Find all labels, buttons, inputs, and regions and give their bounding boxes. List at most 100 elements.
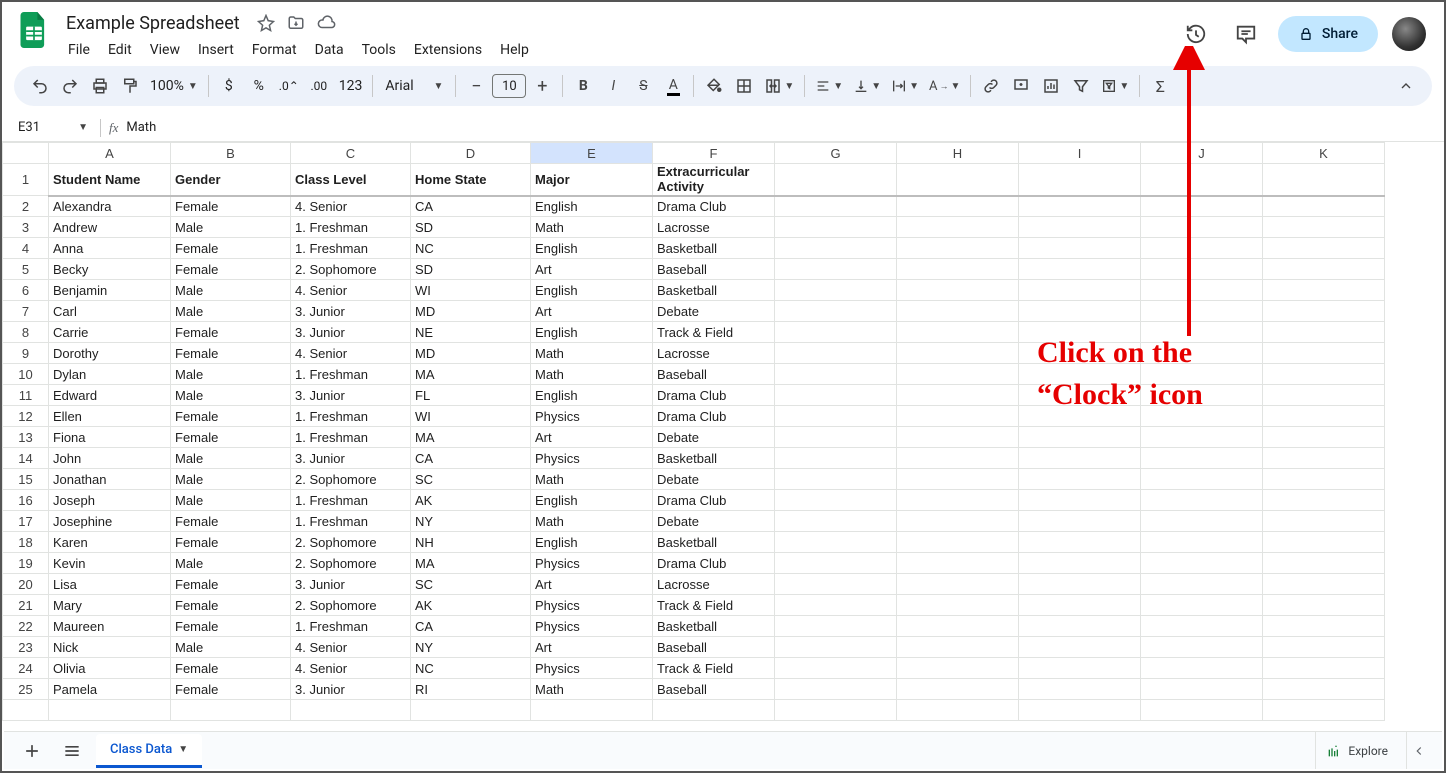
cell[interactable]: Track & Field xyxy=(653,595,775,616)
insert-comment-button[interactable] xyxy=(1007,72,1035,100)
cell[interactable]: Drama Club xyxy=(653,196,775,217)
cell[interactable] xyxy=(1019,658,1141,679)
text-wrap-button[interactable]: ▼ xyxy=(887,72,923,100)
menu-extensions[interactable]: Extensions xyxy=(406,38,490,62)
row-header-7[interactable]: 7 xyxy=(3,301,49,322)
share-button[interactable]: Share xyxy=(1278,16,1378,52)
cell[interactable]: Art xyxy=(531,301,653,322)
cell[interactable] xyxy=(897,364,1019,385)
add-sheet-button[interactable] xyxy=(16,735,48,767)
cell[interactable]: 1. Freshman xyxy=(291,490,411,511)
move-folder-icon[interactable] xyxy=(286,14,306,32)
row-header-2[interactable]: 2 xyxy=(3,196,49,217)
cell[interactable] xyxy=(897,511,1019,532)
print-button[interactable] xyxy=(86,72,114,100)
cell[interactable]: MA xyxy=(411,553,531,574)
cell[interactable] xyxy=(897,658,1019,679)
row-header-13[interactable]: 13 xyxy=(3,427,49,448)
cell[interactable]: Olivia xyxy=(49,658,171,679)
vertical-align-button[interactable]: ▼ xyxy=(849,72,885,100)
row-header-1[interactable]: 1 xyxy=(3,164,49,196)
cell[interactable] xyxy=(775,658,897,679)
cell[interactable] xyxy=(775,343,897,364)
cell[interactable]: Art xyxy=(531,637,653,658)
cell[interactable]: Jonathan xyxy=(49,469,171,490)
cell[interactable] xyxy=(1141,364,1263,385)
functions-button[interactable]: Σ xyxy=(1146,72,1174,100)
header-cell[interactable]: Gender xyxy=(171,164,291,196)
cell[interactable] xyxy=(775,406,897,427)
cell[interactable] xyxy=(1263,406,1385,427)
cell[interactable]: Anna xyxy=(49,238,171,259)
cell[interactable] xyxy=(1019,196,1141,217)
cell[interactable] xyxy=(1019,595,1141,616)
formula-bar[interactable]: Math xyxy=(126,120,156,135)
cell[interactable]: AK xyxy=(411,595,531,616)
redo-button[interactable] xyxy=(56,72,84,100)
cell[interactable] xyxy=(1141,511,1263,532)
cell[interactable] xyxy=(897,238,1019,259)
bold-button[interactable]: B xyxy=(569,72,597,100)
cell[interactable]: English xyxy=(531,490,653,511)
cell[interactable]: RI xyxy=(411,679,531,700)
font-size-input[interactable]: 10 xyxy=(492,74,526,98)
cell[interactable] xyxy=(1141,259,1263,280)
collapse-toolbar-button[interactable] xyxy=(1392,72,1420,100)
cell[interactable]: English xyxy=(531,238,653,259)
cell[interactable] xyxy=(897,448,1019,469)
decrease-font-button[interactable]: − xyxy=(462,72,490,100)
cell[interactable] xyxy=(1141,574,1263,595)
cell[interactable] xyxy=(1019,616,1141,637)
cell[interactable] xyxy=(775,532,897,553)
column-header-E[interactable]: E xyxy=(531,143,653,164)
cell[interactable] xyxy=(897,259,1019,280)
zoom-dropdown[interactable]: 100%▼ xyxy=(146,72,202,100)
cell[interactable]: Nick xyxy=(49,637,171,658)
cell[interactable]: WI xyxy=(411,406,531,427)
row-header-4[interactable]: 4 xyxy=(3,238,49,259)
row-header-18[interactable]: 18 xyxy=(3,532,49,553)
cell[interactable]: Baseball xyxy=(653,637,775,658)
cell[interactable] xyxy=(1263,511,1385,532)
cell[interactable]: Female xyxy=(171,532,291,553)
cell[interactable]: Math xyxy=(531,364,653,385)
cell[interactable] xyxy=(897,616,1019,637)
column-header-B[interactable]: B xyxy=(171,143,291,164)
cell[interactable]: Fiona xyxy=(49,427,171,448)
cell[interactable] xyxy=(775,385,897,406)
cell[interactable] xyxy=(171,700,291,721)
cell[interactable]: 3. Junior xyxy=(291,322,411,343)
cell[interactable]: Math xyxy=(531,469,653,490)
cell[interactable] xyxy=(775,469,897,490)
cell[interactable]: 2. Sophomore xyxy=(291,532,411,553)
filter-views-button[interactable]: ▼ xyxy=(1097,72,1133,100)
cell[interactable]: Math xyxy=(531,343,653,364)
text-color-button[interactable]: A xyxy=(659,72,687,100)
cell[interactable]: NH xyxy=(411,532,531,553)
cell[interactable] xyxy=(775,700,897,721)
cell[interactable] xyxy=(1019,322,1141,343)
cell[interactable] xyxy=(897,385,1019,406)
cell[interactable]: English xyxy=(531,280,653,301)
row-header-24[interactable]: 24 xyxy=(3,658,49,679)
cell[interactable] xyxy=(1263,553,1385,574)
header-cell[interactable] xyxy=(775,164,897,196)
cell[interactable] xyxy=(1263,637,1385,658)
all-sheets-button[interactable] xyxy=(56,735,88,767)
cell[interactable]: MD xyxy=(411,343,531,364)
cell[interactable] xyxy=(1263,448,1385,469)
undo-button[interactable] xyxy=(26,72,54,100)
comments-icon[interactable] xyxy=(1228,16,1264,52)
row-header-8[interactable]: 8 xyxy=(3,322,49,343)
cell[interactable] xyxy=(775,574,897,595)
cell[interactable] xyxy=(775,322,897,343)
menu-view[interactable]: View xyxy=(142,38,188,62)
cell[interactable]: Female xyxy=(171,259,291,280)
paint-format-button[interactable] xyxy=(116,72,144,100)
cell[interactable]: Basketball xyxy=(653,448,775,469)
cell[interactable]: Josephine xyxy=(49,511,171,532)
cell[interactable]: Maureen xyxy=(49,616,171,637)
row-header-21[interactable]: 21 xyxy=(3,595,49,616)
cell[interactable]: Male xyxy=(171,385,291,406)
cell[interactable]: Lacrosse xyxy=(653,574,775,595)
